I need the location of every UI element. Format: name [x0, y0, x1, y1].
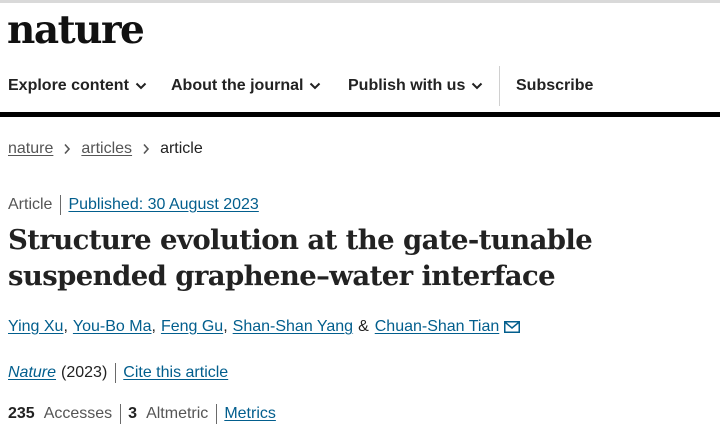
breadcrumb: nature articles article: [8, 138, 203, 160]
metrics-link[interactable]: Metrics: [224, 405, 276, 423]
altmetric-count: 3: [128, 405, 138, 422]
breadcrumb-nature[interactable]: nature: [8, 140, 53, 158]
accesses-label: Accesses: [43, 405, 113, 422]
nav-about-journal[interactable]: About the journal: [171, 62, 321, 110]
header-rule: [0, 112, 720, 117]
metrics-divider: [120, 404, 122, 424]
meta-divider: [60, 195, 62, 215]
citation-line: Nature (2023) Cite this article: [8, 362, 228, 384]
nav-subscribe[interactable]: Subscribe: [516, 62, 593, 110]
altmetric-label: Altmetric: [146, 405, 209, 422]
metrics-divider: [216, 404, 218, 424]
author-link[interactable]: Feng Gu: [161, 318, 223, 336]
nav-label: Subscribe: [516, 77, 594, 94]
article-metrics: 235 Accesses 3 Altmetric Metrics: [8, 403, 276, 425]
breadcrumb-current: article: [160, 140, 203, 157]
chevron-right-icon: [63, 143, 71, 155]
meta-divider: [115, 363, 117, 383]
publication-year: (2023): [61, 364, 108, 381]
breadcrumb-articles[interactable]: articles: [81, 140, 132, 158]
author-link[interactable]: You-Bo Ma: [73, 318, 152, 336]
chevron-down-icon: [309, 82, 321, 90]
author-joiner: &: [358, 318, 369, 335]
journal-link[interactable]: Nature: [8, 364, 56, 382]
nav-label: Explore content: [8, 77, 129, 94]
article-type: Article: [8, 196, 53, 213]
author-separator: ,: [151, 318, 156, 335]
chevron-right-icon: [142, 143, 150, 155]
chevron-down-icon: [471, 82, 483, 90]
nav-label: Publish with us: [348, 77, 466, 94]
author-link[interactable]: Chuan-Shan Tian: [375, 318, 500, 336]
author-list: Ying Xu, You-Bo Ma, Feng Gu, Shan-Shan Y…: [8, 316, 521, 338]
email-icon[interactable]: [504, 321, 521, 333]
nav-publish-with-us[interactable]: Publish with us: [348, 62, 483, 110]
accesses-count: 235: [8, 405, 35, 422]
nav-label: About the journal: [171, 77, 304, 94]
published-date-link[interactable]: Published: 30 August 2023: [68, 196, 258, 214]
nav-divider: [499, 66, 500, 106]
author-separator: ,: [223, 318, 228, 335]
author-link[interactable]: Shan-Shan Yang: [233, 318, 353, 336]
nature-logo[interactable]: nature: [7, 3, 145, 57]
article-meta: Article Published: 30 August 2023: [8, 194, 259, 216]
cite-article-link[interactable]: Cite this article: [123, 364, 228, 382]
article-title: Structure evolution at the gate-tunable …: [8, 224, 593, 292]
author-link[interactable]: Ying Xu: [8, 318, 63, 336]
nav-explore-content[interactable]: Explore content: [8, 62, 147, 110]
main-nav: Explore content About the journal Publis…: [0, 62, 720, 110]
author-separator: ,: [63, 318, 68, 335]
chevron-down-icon: [135, 82, 147, 90]
